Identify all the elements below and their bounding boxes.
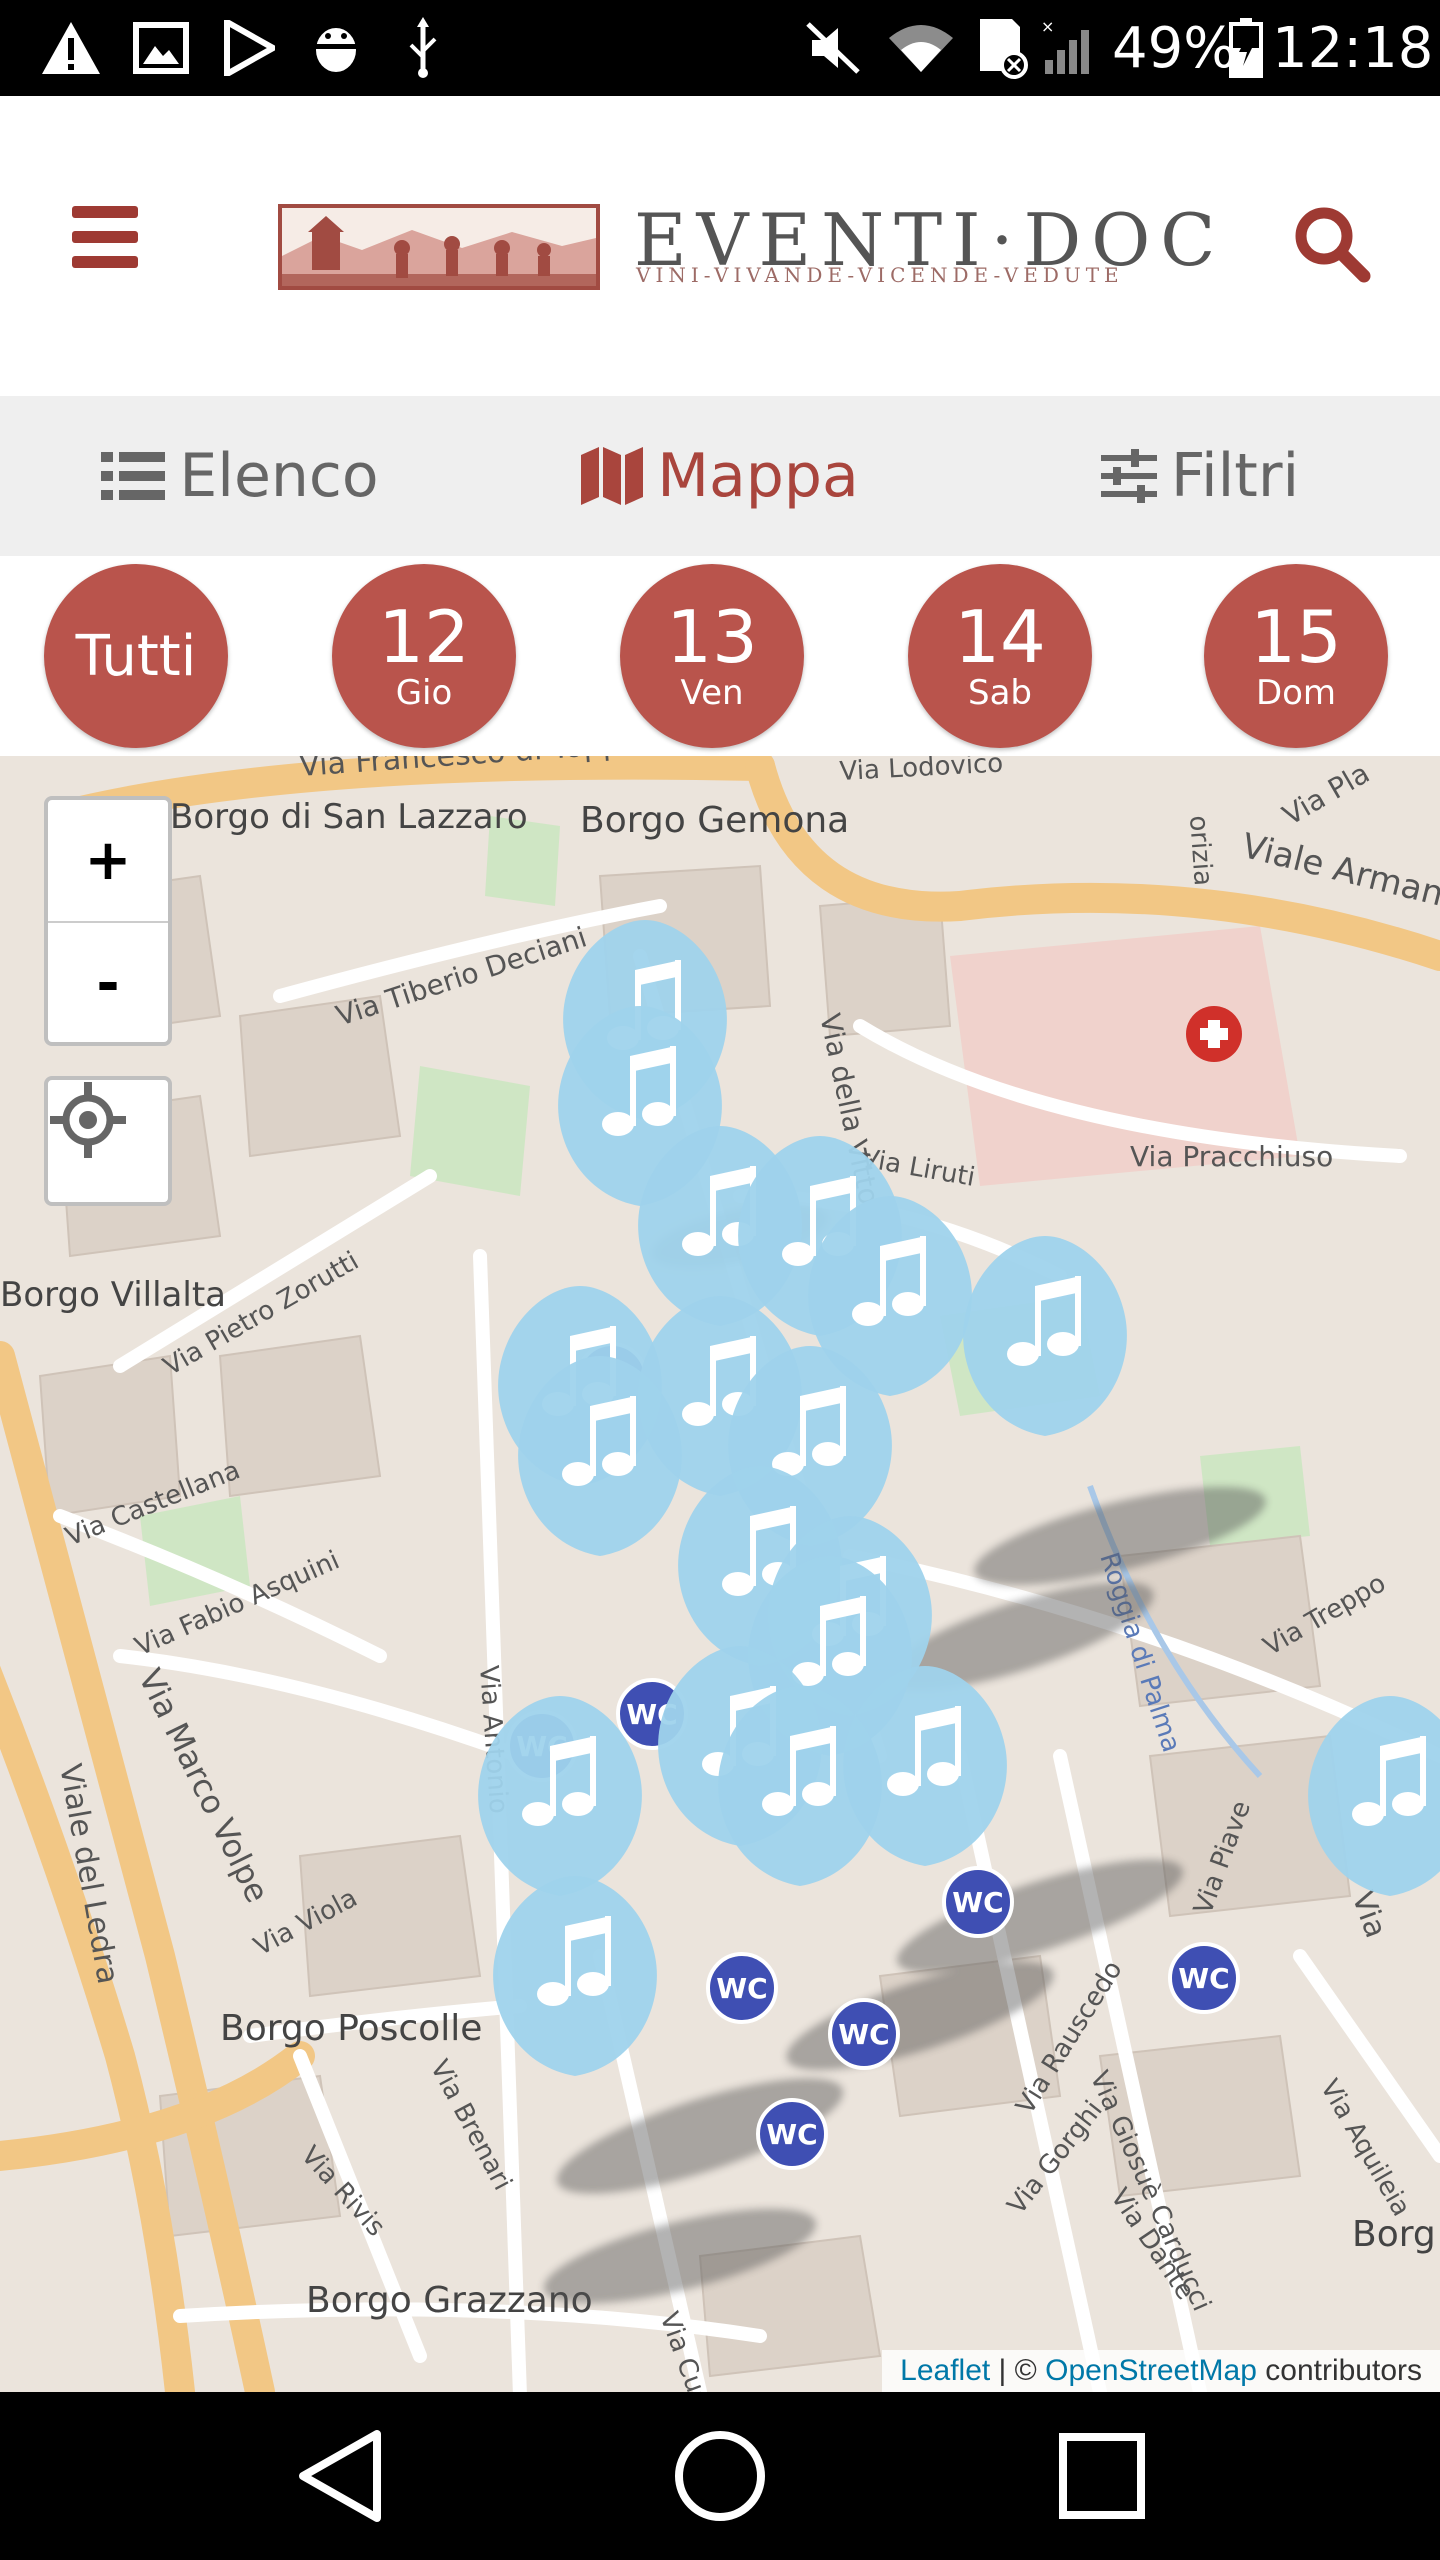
tab-mappa[interactable]: Mappa — [480, 396, 960, 556]
logo-subtitle: VINI-VIVANDE-VICENDE-VEDUTE — [636, 263, 1124, 287]
wifi-icon — [886, 18, 956, 78]
warning-icon — [38, 18, 104, 78]
place-label: Borgo di San Lazzaro — [170, 797, 528, 837]
tab-elenco[interactable]: Elenco — [0, 396, 480, 556]
day-weekday: Ven — [680, 673, 744, 713]
day-weekday: Dom — [1255, 673, 1337, 713]
back-triangle-icon — [299, 2430, 381, 2522]
locate-button[interactable] — [44, 1076, 172, 1206]
search-icon — [1295, 207, 1371, 283]
android-nav-bar — [0, 2392, 1440, 2560]
recents-button[interactable] — [1052, 2426, 1152, 2526]
wc-marker[interactable]: WC — [756, 2098, 828, 2170]
recents-square-icon — [1059, 2433, 1145, 2519]
tab-filtri-label: Filtri — [1170, 441, 1300, 511]
tab-elenco-label: Elenco — [179, 441, 379, 511]
day-number: 12 — [378, 595, 470, 679]
wc-marker-label: WC — [716, 1972, 767, 2005]
zoom-out-button[interactable]: - — [48, 923, 168, 1044]
leaflet-link[interactable]: Leaflet — [900, 2354, 990, 2387]
wc-marker[interactable]: WC — [942, 1866, 1014, 1938]
home-circle-icon — [675, 2431, 765, 2521]
wc-marker-label: WC — [766, 2118, 817, 2151]
day-button-12[interactable]: 12 Gio — [332, 564, 516, 748]
day-weekday: Gio — [395, 673, 453, 713]
place-label: Borgo Poscolle — [220, 2008, 482, 2049]
place-label: Borgo Villalta — [0, 1275, 226, 1315]
wc-marker-label: WC — [838, 2018, 889, 2051]
day-weekday: Sab — [968, 673, 1032, 713]
zoom-in-button[interactable]: + — [48, 800, 168, 923]
app-header: EVENTI·DOC VINI-VIVANDE-VICENDE-VEDUTE — [0, 96, 1440, 396]
attribution-separator: | © — [990, 2354, 1046, 2387]
wc-marker[interactable]: WC — [1168, 1942, 1240, 2014]
svg-text:×: × — [1041, 20, 1054, 36]
battery-icon — [1226, 18, 1266, 78]
day-label: Tutti — [75, 623, 197, 689]
place-label: Borg — [1352, 2214, 1436, 2255]
day-selector: Tutti 12 Gio 13 Ven 14 Sab 15 Dom — [0, 556, 1440, 756]
tab-filtri[interactable]: Filtri — [960, 396, 1440, 556]
day-button-14[interactable]: 14 Sab — [908, 564, 1092, 748]
signal-icon: × — [1040, 18, 1100, 78]
wc-marker-label: WC — [952, 1886, 1003, 1919]
view-tabs: Elenco Mappa Filtri — [0, 396, 1440, 556]
wc-marker-label: WC — [1178, 1962, 1229, 1995]
status-bar: × 49% 12:18 — [0, 0, 1440, 96]
place-label: Borgo Gemona — [580, 800, 849, 841]
android-debug-icon — [306, 18, 366, 78]
day-button-15[interactable]: 15 Dom — [1204, 564, 1388, 748]
zoom-control: + - — [44, 796, 172, 1046]
day-button-tutti[interactable]: Tutti — [44, 564, 228, 748]
search-button[interactable] — [1292, 204, 1372, 284]
hospital-icon — [1186, 1006, 1242, 1062]
crosshair-icon — [50, 1082, 126, 1158]
logo-illustration[interactable] — [278, 204, 600, 290]
play-store-icon — [218, 18, 280, 78]
street-label: Via Pracchiuso — [1130, 1140, 1333, 1173]
clock: 12:18 — [1272, 16, 1434, 81]
day-number: 14 — [954, 595, 1046, 679]
map-icon — [581, 447, 644, 505]
sliders-icon — [1100, 449, 1157, 503]
back-button[interactable] — [290, 2426, 390, 2526]
list-icon — [101, 452, 166, 500]
wc-marker[interactable]: WC — [828, 1998, 900, 2070]
usb-icon — [398, 17, 448, 78]
image-icon — [130, 18, 192, 78]
sd-card-icon — [972, 18, 1032, 79]
day-number: 15 — [1250, 595, 1342, 679]
tab-mappa-label: Mappa — [657, 441, 859, 511]
map-canvas[interactable]: Via Francesco di Toppo Via Lodovico Borg… — [0, 756, 1440, 2392]
map-attribution: Leaflet | © OpenStreetMap contributors — [882, 2350, 1440, 2392]
attribution-contributors: contributors — [1256, 2354, 1422, 2387]
mute-icon — [802, 18, 864, 78]
openstreetmap-link[interactable]: OpenStreetMap — [1045, 2354, 1257, 2387]
battery-level: 49% — [1112, 16, 1237, 81]
map-view[interactable]: Via Francesco di Toppo Via Lodovico Borg… — [0, 756, 1440, 2392]
street-label: orizia — [1183, 814, 1218, 887]
day-number: 13 — [666, 595, 758, 679]
day-button-13[interactable]: 13 Ven — [620, 564, 804, 748]
wc-marker[interactable]: WC — [706, 1952, 778, 2024]
hamburger-menu-button[interactable] — [72, 206, 144, 268]
home-button[interactable] — [670, 2426, 770, 2526]
